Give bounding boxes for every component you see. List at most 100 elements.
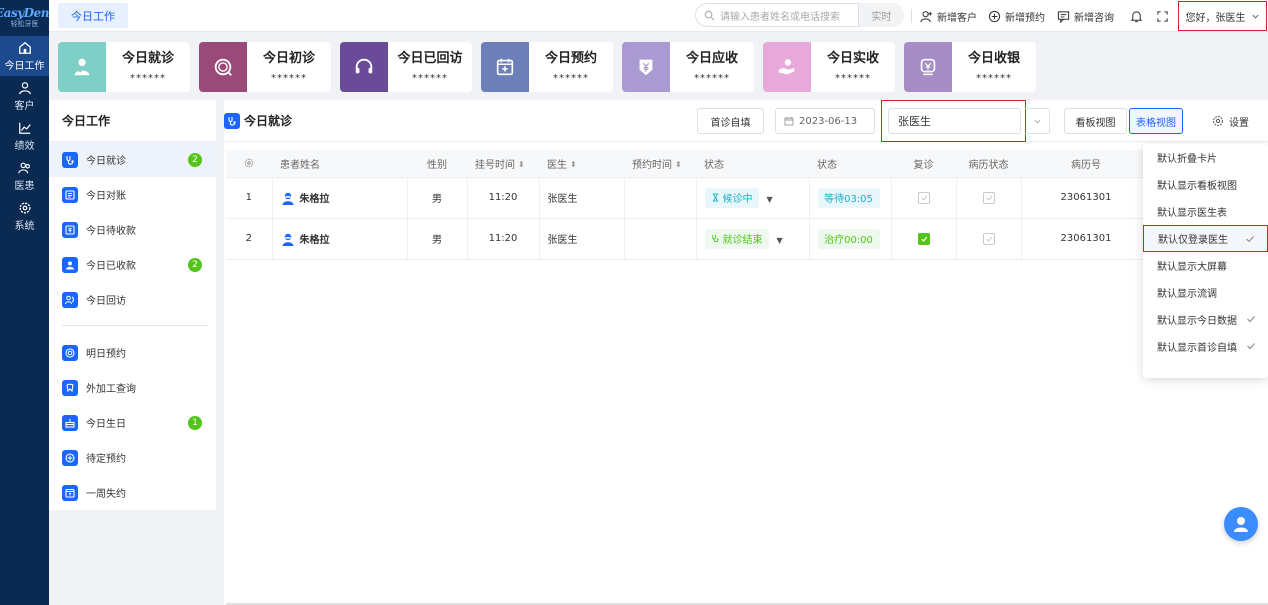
sort-icon[interactable]: ⬍ bbox=[675, 160, 682, 169]
nav-item-system[interactable]: 系统 bbox=[0, 196, 49, 236]
card-today-returned-visits[interactable]: 今日已回访 ****** bbox=[340, 42, 472, 92]
patient-name-cell[interactable]: 朱格拉 bbox=[272, 177, 408, 219]
table-view-button[interactable]: 表格视图 bbox=[1129, 108, 1183, 134]
revisit-checkbox[interactable] bbox=[917, 232, 930, 245]
nav-label: 绩效 bbox=[14, 140, 35, 152]
sidebar-item-label: 明日预约 bbox=[86, 349, 126, 360]
sidebar-item-pending-appointments[interactable]: 待定预约 bbox=[49, 440, 216, 475]
status-badge[interactable]: 就诊结束 bbox=[704, 228, 769, 249]
add-appointment-button[interactable]: 新增预约 bbox=[988, 0, 1045, 32]
caret-down-icon[interactable]: ▼ bbox=[777, 236, 783, 245]
card-icon-box bbox=[622, 42, 670, 92]
record-status-checkbox[interactable] bbox=[982, 191, 995, 204]
first-visit-self-fill-button[interactable]: 首诊自填 bbox=[697, 108, 764, 134]
logo-text: EasyDent bbox=[0, 6, 54, 20]
header-doctor[interactable]: 医生 ⬍ bbox=[539, 150, 624, 178]
gender-cell: 男 bbox=[407, 218, 468, 260]
revisit-checkbox[interactable] bbox=[917, 191, 930, 204]
menu-item-label: 默认仅登录医生 bbox=[1158, 235, 1228, 246]
menu-item-only-logged-doctor[interactable]: 默认仅登录医生 bbox=[1143, 225, 1268, 252]
header-appt-time[interactable]: 预约时间 ⬍ bbox=[624, 150, 696, 178]
column-settings-header[interactable] bbox=[226, 150, 272, 178]
revisit-cell[interactable] bbox=[891, 177, 957, 219]
sidebar-item-reconciliation[interactable]: 今日对账 bbox=[49, 177, 216, 212]
settings-button[interactable]: 设置 bbox=[1212, 108, 1249, 134]
gear-icon bbox=[1213, 116, 1223, 126]
add-customer-label: 新增客户 bbox=[937, 12, 977, 24]
sidebar-item-label: 待定预约 bbox=[86, 454, 126, 465]
tab-today-work[interactable]: 今日工作 bbox=[58, 3, 128, 28]
notification-button[interactable] bbox=[1130, 0, 1147, 32]
menu-item-epidemiology[interactable]: 默认显示流调 bbox=[1143, 279, 1268, 306]
sidebar-item-return-visit[interactable]: 今日回访 bbox=[49, 282, 216, 317]
sidebar-item-pending-payment[interactable]: 今日待收款 bbox=[49, 212, 216, 247]
record-status-cell[interactable] bbox=[956, 177, 1022, 219]
visits-table: 患者姓名 性别 挂号时间 ⬍ 医生 ⬍ 预约时间 ⬍ 状态 状态 复诊 病历状态 病历… bbox=[226, 150, 1267, 260]
status-cell[interactable]: 就诊结束 ▼ bbox=[696, 218, 810, 260]
customer-service-button[interactable] bbox=[1224, 507, 1258, 541]
yen-icon bbox=[639, 59, 653, 76]
record-status-checkbox[interactable] bbox=[982, 232, 995, 245]
calendar-icon bbox=[784, 117, 794, 126]
fullscreen-button[interactable] bbox=[1156, 0, 1173, 32]
table-row[interactable]: 2 朱格拉 男 11:20 张医生 就诊结束 ▼ 治疗00:00 23061301 bbox=[226, 218, 1267, 260]
sort-icon[interactable]: ⬍ bbox=[518, 160, 525, 169]
doctor-select-arrow[interactable] bbox=[1025, 108, 1050, 134]
record-status-cell[interactable] bbox=[956, 218, 1022, 260]
user-greeting-dropdown[interactable]: 您好，张医生 bbox=[1178, 1, 1267, 31]
header-doctor-label: 医生 bbox=[547, 159, 567, 171]
realtime-button[interactable]: 实时 bbox=[858, 3, 904, 27]
sidebar-item-today-birthday[interactable]: 今日生日 1 bbox=[49, 405, 216, 440]
caret-down-icon[interactable]: ▼ bbox=[767, 195, 773, 204]
sort-icon[interactable]: ⬍ bbox=[570, 160, 577, 169]
card-icon-box bbox=[199, 42, 247, 92]
search-icon bbox=[704, 10, 715, 20]
doctor-select-highlight: 张医生 bbox=[881, 100, 1026, 142]
status-cell[interactable]: 候诊中 ▼ bbox=[696, 177, 810, 219]
card-icon-box bbox=[763, 42, 811, 92]
nav-item-doctor-patient[interactable]: 医患 bbox=[0, 156, 49, 196]
menu-item-big-screen[interactable]: 默认显示大屏幕 bbox=[1143, 252, 1268, 279]
card-title: 今日预约 bbox=[544, 51, 597, 66]
menu-item-doctor-table[interactable]: 默认显示医生表 bbox=[1143, 198, 1268, 225]
sidebar-item-tomorrow-appointments[interactable]: 明日预约 bbox=[49, 335, 216, 370]
board-view-button[interactable]: 看板视图 bbox=[1064, 108, 1127, 134]
doctor-select[interactable]: 张医生 bbox=[888, 108, 1021, 134]
nav-item-today-work[interactable]: 今日工作 bbox=[0, 36, 49, 76]
header-gender: 性别 bbox=[407, 150, 467, 178]
menu-item-board-view[interactable]: 默认显示看板视图 bbox=[1143, 171, 1268, 198]
add-customer-button[interactable]: 新增客户 bbox=[920, 0, 977, 32]
card-today-appointments[interactable]: 今日预约 ****** bbox=[481, 42, 613, 92]
menu-item-first-visit-self-fill[interactable]: 默认显示首诊自填 bbox=[1143, 333, 1268, 360]
add-consult-button[interactable]: 新增咨询 bbox=[1057, 0, 1114, 32]
table-row[interactable]: 1 朱格拉 男 11:20 张医生 候诊中 ▼ 等待03:05 23061301 bbox=[226, 177, 1267, 219]
menu-item-collapse-cards[interactable]: 默认折叠卡片 bbox=[1143, 144, 1268, 171]
card-today-received[interactable]: 今日实收 ****** bbox=[763, 42, 895, 92]
check-icon bbox=[1247, 316, 1255, 323]
card-today-visits[interactable]: 今日就诊 ****** bbox=[58, 42, 190, 92]
logo: EasyDent 轻松牙医 bbox=[0, 0, 54, 36]
menu-item-today-data[interactable]: 默认显示今日数据 bbox=[1143, 306, 1268, 333]
sidebar-item-today-visits[interactable]: 今日就诊 2 bbox=[49, 142, 216, 177]
nav-item-performance[interactable]: 绩效 bbox=[0, 116, 49, 156]
header-status: 状态 bbox=[696, 150, 809, 178]
date-picker[interactable]: 2023-06-13 bbox=[775, 108, 875, 134]
left-panel: 今日工作 今日就诊 2 今日对账 今日待收款 今日已收款 2 今日回访 明日预约 bbox=[49, 100, 216, 605]
ledger-icon bbox=[62, 186, 78, 203]
check-icon bbox=[985, 195, 992, 201]
divider bbox=[49, 317, 216, 335]
revisit-cell[interactable] bbox=[891, 218, 957, 260]
header-reg-time[interactable]: 挂号时间 ⬍ bbox=[467, 150, 539, 178]
card-today-cashier[interactable]: 今日收银 ****** bbox=[904, 42, 1036, 92]
menu-item-label: 默认显示大屏幕 bbox=[1157, 262, 1227, 273]
settings-label: 设置 bbox=[1229, 117, 1249, 129]
card-today-receivable[interactable]: 今日应收 ****** bbox=[622, 42, 754, 92]
card-today-first-visits[interactable]: 今日初诊 ****** bbox=[199, 42, 331, 92]
menu-item-label: 默认显示首诊自填 bbox=[1157, 343, 1237, 354]
patient-name-cell[interactable]: 朱格拉 bbox=[272, 218, 408, 260]
sidebar-item-outsource-query[interactable]: 外加工查询 bbox=[49, 370, 216, 405]
nav-item-customer[interactable]: 客户 bbox=[0, 76, 49, 116]
sidebar-item-missed-week[interactable]: 一周失约 bbox=[49, 475, 216, 510]
status-badge[interactable]: 候诊中 bbox=[704, 187, 759, 208]
sidebar-item-received-payment[interactable]: 今日已收款 2 bbox=[49, 247, 216, 282]
